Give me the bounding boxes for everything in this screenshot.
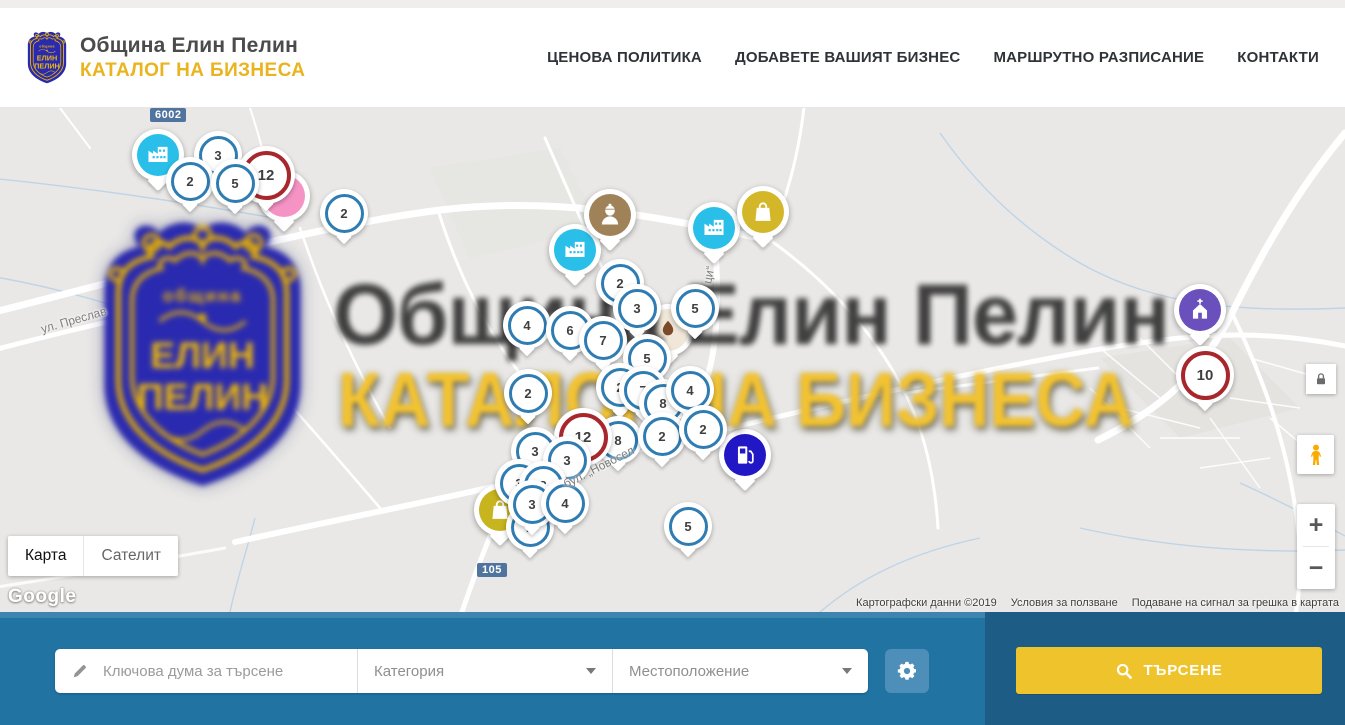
- terms-link[interactable]: Условия за ползване: [1011, 597, 1118, 609]
- chevron-down-icon: [586, 668, 596, 674]
- factory-marker[interactable]: [688, 202, 740, 254]
- search-button[interactable]: ТЪРСЕНЕ: [1016, 647, 1322, 694]
- location-select-value: Местоположение: [629, 663, 749, 680]
- map-type-satellite-button[interactable]: Сателит: [84, 536, 177, 576]
- fuel-marker[interactable]: [719, 429, 771, 481]
- lock-button[interactable]: [1306, 364, 1336, 394]
- page: Община Елин Пелин КАТАЛОГ НА БИЗНЕСА ЦЕН…: [0, 0, 1345, 725]
- search-icon: [1115, 662, 1133, 680]
- cluster-marker[interactable]: 2: [166, 157, 214, 205]
- search-button-label: ТЪРСЕНЕ: [1143, 662, 1222, 679]
- cluster-marker[interactable]: 2: [504, 369, 552, 417]
- location-select[interactable]: Местоположение: [612, 649, 868, 693]
- worker-marker[interactable]: [584, 189, 636, 241]
- nav-add-business[interactable]: ДОБАВЕТЕ ВАШИЯТ БИЗНЕС: [735, 49, 960, 66]
- site-title: Община Елин Пелин: [80, 34, 305, 58]
- street-view-pegman-button[interactable]: [1297, 435, 1334, 474]
- cluster-marker[interactable]: 5: [211, 159, 259, 207]
- top-strip: [0, 0, 1345, 8]
- header: Община Елин Пелин КАТАЛОГ НА БИЗНЕСА ЦЕН…: [0, 8, 1345, 108]
- gear-icon: [896, 660, 918, 682]
- report-error-link[interactable]: Подаване на сигнал за грешка в картата: [1132, 597, 1339, 609]
- zoom-out-button[interactable]: −: [1297, 547, 1335, 589]
- road-badge-label: 105: [477, 563, 507, 577]
- cluster-marker[interactable]: 10: [1176, 346, 1234, 404]
- map-attribution: Картографски данни ©2019 Условия за полз…: [856, 597, 1339, 609]
- nav-pricing-policy[interactable]: ЦЕНОВА ПОЛИТИКА: [547, 49, 702, 66]
- category-select-value: Категория: [374, 663, 444, 680]
- cluster-marker[interactable]: 5: [664, 502, 712, 550]
- cluster-marker[interactable]: 2: [320, 189, 368, 237]
- main-nav: ЦЕНОВА ПОЛИТИКА ДОБАВЕТЕ ВАШИЯТ БИЗНЕС М…: [547, 49, 1319, 66]
- keyword-search-input[interactable]: [101, 662, 347, 681]
- search-panel: Категория Местоположение ТЪРСЕНЕ: [0, 612, 1345, 725]
- site-logo[interactable]: Община Елин Пелин КАТАЛОГ НА БИЗНЕСА: [24, 31, 305, 85]
- church-marker[interactable]: [1174, 284, 1226, 336]
- municipality-emblem-icon: [24, 31, 70, 85]
- pencil-icon: [71, 662, 89, 680]
- advanced-options-button[interactable]: [885, 649, 929, 693]
- google-logo[interactable]: Google: [8, 586, 76, 608]
- road-badge-label: 6002: [150, 108, 186, 122]
- cluster-marker[interactable]: 2: [679, 405, 727, 453]
- cluster-marker[interactable]: 4: [503, 301, 551, 349]
- map-type-control: Карта Сателит: [8, 536, 178, 576]
- cluster-marker[interactable]: 5: [671, 284, 719, 332]
- lock-icon: [1313, 371, 1329, 387]
- cluster-marker[interactable]: 2: [638, 412, 686, 460]
- site-subtitle: КАТАЛОГ НА БИЗНЕСА: [80, 60, 305, 82]
- search-bar: Категория Местоположение: [55, 649, 868, 693]
- brand-text: Община Елин Пелин КАТАЛОГ НА БИЗНЕСА: [80, 34, 305, 82]
- attribution-copyright: Картографски данни ©2019: [856, 597, 997, 609]
- keyword-field-wrap: [55, 649, 357, 693]
- nav-contacts[interactable]: КОНТАКТИ: [1237, 49, 1319, 66]
- zoom-in-button[interactable]: +: [1297, 504, 1335, 546]
- pegman-icon: [1304, 442, 1328, 468]
- zoom-control: + −: [1297, 504, 1335, 589]
- nav-route-schedule[interactable]: МАРШРУТНО РАЗПИСАНИЕ: [993, 49, 1204, 66]
- shopping-marker[interactable]: [737, 186, 789, 238]
- chevron-down-icon: [842, 668, 852, 674]
- map-type-map-button[interactable]: Карта: [8, 536, 84, 576]
- map-container: Община Елин Пелин КАТАЛОГ НА БИЗНЕСА 321…: [0, 108, 1345, 612]
- category-select[interactable]: Категория: [357, 649, 612, 693]
- cluster-marker[interactable]: 7: [579, 316, 627, 364]
